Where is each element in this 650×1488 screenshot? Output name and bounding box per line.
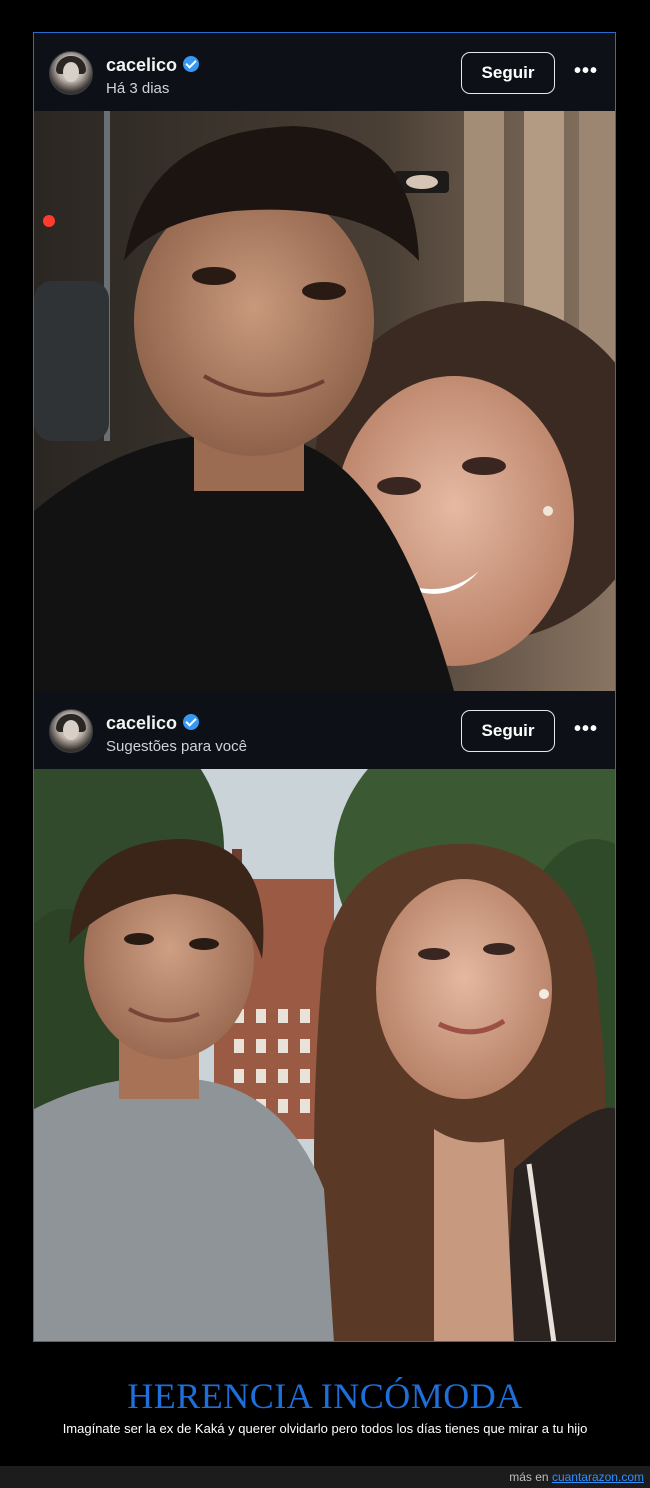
footer-text: más en cuantarazon.com xyxy=(509,1470,644,1484)
post-photo-2[interactable] xyxy=(34,769,615,1341)
post-time: Há 3 dias xyxy=(106,80,170,97)
selfie-park-photo xyxy=(34,769,615,1341)
post-header-2: cacelico Sugestões para você Seguir ••• xyxy=(34,691,615,769)
screenshot-frame: cacelico Há 3 dias Seguir ••• cacelico S… xyxy=(33,32,616,1342)
site-link[interactable]: cuantarazon.com xyxy=(552,1470,644,1484)
verified-badge-icon xyxy=(183,714,200,730)
post-header-1: cacelico Há 3 dias Seguir ••• xyxy=(34,33,615,111)
selfie-night-photo xyxy=(34,111,615,691)
footer-prefix: más en xyxy=(509,1470,549,1484)
footer-bar: más en cuantarazon.com xyxy=(0,1466,650,1488)
post-photo-1[interactable] xyxy=(34,111,615,691)
username-row[interactable]: cacelico xyxy=(106,713,200,734)
suggestion-label: Sugestões para você xyxy=(106,738,247,755)
username-row[interactable]: cacelico xyxy=(106,55,200,76)
username[interactable]: cacelico xyxy=(106,55,177,75)
avatar[interactable] xyxy=(49,51,93,95)
avatar-face xyxy=(63,62,79,82)
verified-badge-icon xyxy=(183,56,200,72)
follow-button[interactable]: Seguir xyxy=(461,52,555,94)
more-options-icon[interactable]: ••• xyxy=(572,61,600,81)
avatar-face xyxy=(63,720,79,740)
meme-description: Imagínate ser la ex de Kaká y querer olv… xyxy=(62,1421,588,1436)
more-options-icon[interactable]: ••• xyxy=(572,719,600,739)
avatar[interactable] xyxy=(49,709,93,753)
meme-title: HERENCIA INCÓMODA xyxy=(127,1376,523,1416)
follow-button[interactable]: Seguir xyxy=(461,710,555,752)
username[interactable]: cacelico xyxy=(106,713,177,733)
